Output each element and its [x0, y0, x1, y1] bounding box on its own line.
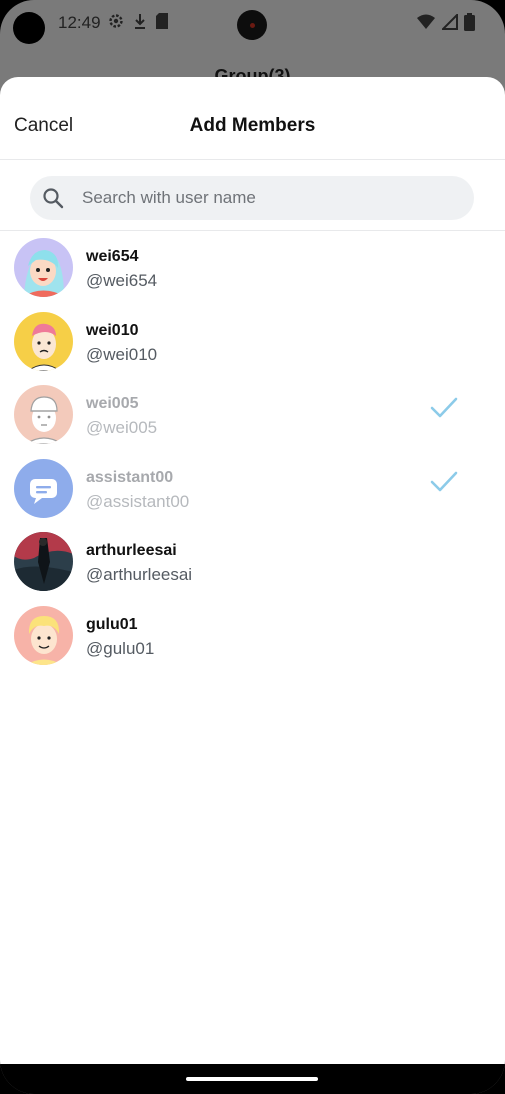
user-name: wei010 — [86, 321, 139, 339]
home-indicator[interactable] — [186, 1077, 318, 1081]
user-name: wei654 — [86, 248, 139, 265]
avatar — [14, 458, 73, 518]
battery-icon — [464, 13, 475, 31]
front-camera-cutout — [13, 12, 45, 44]
search-section — [0, 160, 505, 231]
system-nav-bar — [0, 1064, 505, 1094]
status-icons-right — [416, 13, 475, 31]
wifi-icon — [417, 14, 435, 29]
avatar — [14, 311, 73, 371]
add-members-sheet: Cancel Add Members Search with user name… — [0, 77, 505, 1064]
user-list: wei654 @wei654 wei010 @wei010 wei005 @we… — [0, 231, 505, 673]
search-bar[interactable] — [30, 176, 474, 220]
status-time: 12:49 — [58, 13, 101, 32]
avatar — [14, 385, 73, 445]
user-handle: @assistant00 — [86, 491, 190, 511]
sd-card-icon — [156, 13, 168, 29]
user-handle: @arthurleesai — [86, 565, 193, 585]
user-handle: @wei005 — [86, 418, 158, 438]
check-icon — [430, 397, 458, 418]
user-name: arthurleesai — [86, 542, 177, 560]
settings-gear-icon — [109, 14, 123, 28]
user-handle: @wei654 — [86, 271, 158, 290]
search-icon — [43, 188, 64, 209]
status-bar: 12:49 — [0, 0, 505, 46]
avatar — [14, 605, 73, 665]
user-row-wei654[interactable]: wei654 @wei654 — [0, 231, 505, 305]
user-name: wei005 — [86, 395, 139, 413]
user-row-assistant00[interactable]: assistant00 @assistant00 — [0, 452, 505, 526]
status-icons-left — [107, 12, 169, 30]
user-handle: @wei010 — [86, 344, 158, 364]
avatar — [14, 532, 73, 592]
user-name: assistant00 — [86, 468, 174, 486]
search-input[interactable] — [80, 187, 454, 209]
sheet-title: Add Members — [189, 115, 316, 136]
phone-screen: 12:49 ← Gro — [0, 0, 505, 1094]
user-row-wei005[interactable]: wei005 @wei005 — [0, 378, 505, 452]
user-row-gulu01[interactable]: gulu01 @gulu01 — [0, 599, 505, 673]
check-icon — [430, 471, 458, 492]
avatar — [14, 238, 73, 297]
user-row-arthurleesai[interactable]: arthurleesai @arthurleesai — [0, 525, 505, 599]
download-icon — [135, 14, 145, 29]
user-row-wei010[interactable]: wei010 @wei010 — [0, 305, 505, 379]
center-camera-cutout — [237, 10, 267, 40]
cell-signal-icon — [442, 14, 458, 30]
sheet-header: Cancel Add Members — [0, 77, 505, 160]
user-handle: @gulu01 — [86, 638, 155, 658]
user-name: gulu01 — [86, 615, 138, 633]
